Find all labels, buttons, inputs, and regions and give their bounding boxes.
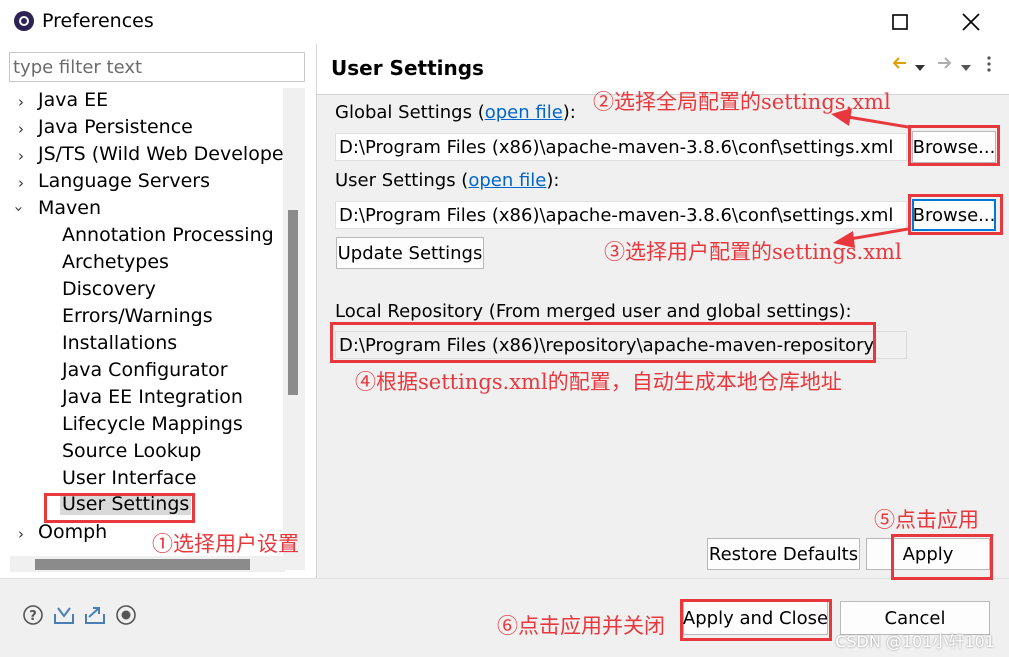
watermark: CSDN @101小轩101	[835, 632, 995, 651]
arrow-global	[847, 115, 909, 129]
arrow-user-head	[833, 231, 855, 248]
arrow-global-head	[831, 108, 852, 126]
arrow-user	[849, 227, 909, 241]
annotation-arrows	[831, 108, 909, 248]
